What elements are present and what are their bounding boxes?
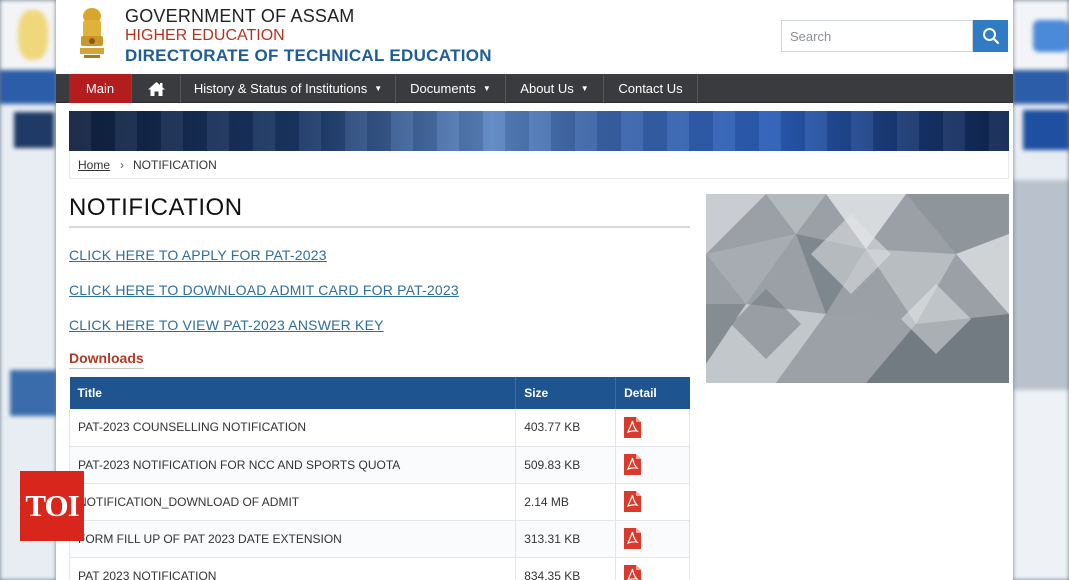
admit-card-link[interactable]: CLICK HERE TO DOWNLOAD ADMIT CARD FOR PA… bbox=[69, 282, 459, 298]
caret-down-icon: ▼ bbox=[482, 84, 491, 93]
state-emblem-icon bbox=[80, 8, 104, 58]
column-header-size: Size bbox=[515, 377, 617, 409]
table-row: PAT 2023 NOTIFICATION 834.35 KB bbox=[68, 557, 690, 580]
answer-key-link[interactable]: CLICK HERE TO VIEW PAT-2023 ANSWER KEY bbox=[69, 317, 384, 333]
row-title: PAT-2023 NOTIFICATION FOR NCC AND SPORTS… bbox=[68, 446, 517, 484]
breadcrumb: Home › NOTIFICATION bbox=[69, 151, 1009, 179]
brand-directorate: DIRECTORATE OF TECHNICAL EDUCATION bbox=[125, 46, 492, 65]
decorative-side-image bbox=[706, 194, 1009, 383]
brand-department: HIGHER EDUCATION bbox=[125, 27, 285, 44]
column-header-title: Title bbox=[69, 377, 517, 409]
table-row: PAT-2023 NOTIFICATION FOR NCC AND SPORTS… bbox=[68, 446, 690, 484]
pdf-icon[interactable] bbox=[624, 565, 642, 580]
row-size: 834.35 KB bbox=[515, 557, 617, 580]
nav-item-label: About Us bbox=[520, 81, 574, 96]
row-title: PAT 2023 NOTIFICATION bbox=[68, 557, 517, 580]
nav-item-label: Documents bbox=[410, 81, 476, 96]
row-title: NOTIFICATION_DOWNLOAD OF ADMIT bbox=[68, 483, 517, 521]
search-icon bbox=[982, 28, 999, 45]
nav-item-label: History & Status of Institutions bbox=[193, 81, 368, 96]
background-blur-right bbox=[1013, 0, 1069, 580]
main-navigation: Main History & Status of Institutions ▼ … bbox=[56, 74, 1013, 103]
nav-item-documents[interactable]: Documents ▼ bbox=[396, 74, 506, 103]
nav-item-about-us[interactable]: About Us ▼ bbox=[506, 74, 604, 103]
page-banner bbox=[69, 111, 1009, 151]
row-detail bbox=[615, 520, 690, 558]
row-size: 2.14 MB bbox=[515, 483, 617, 521]
column-header-detail: Detail bbox=[615, 377, 690, 409]
row-detail bbox=[615, 409, 690, 447]
brand-government: GOVERNMENT OF ASSAM bbox=[125, 6, 355, 26]
row-detail bbox=[615, 483, 690, 521]
row-detail bbox=[615, 557, 690, 580]
pdf-icon[interactable] bbox=[624, 528, 642, 549]
search-box bbox=[781, 20, 973, 52]
downloads-heading: Downloads bbox=[69, 350, 144, 369]
pdf-icon[interactable] bbox=[624, 416, 642, 438]
pdf-icon[interactable] bbox=[624, 491, 642, 512]
web-page: GOVERNMENT OF ASSAM HIGHER EDUCATION DIR… bbox=[56, 0, 1013, 580]
nav-item-history-status[interactable]: History & Status of Institutions ▼ bbox=[181, 74, 396, 103]
table-header-row: Title Size Detail bbox=[69, 377, 690, 409]
chevron-right-icon: › bbox=[120, 157, 125, 172]
pdf-icon[interactable] bbox=[624, 454, 642, 475]
home-icon bbox=[147, 81, 165, 96]
toi-watermark-logo: TOI bbox=[20, 471, 84, 541]
row-title: PAT-2023 COUNSELLING NOTIFICATION bbox=[68, 409, 517, 447]
breadcrumb-home-link[interactable]: Home bbox=[78, 158, 110, 172]
row-size: 509.83 KB bbox=[515, 446, 617, 484]
page-title: NOTIFICATION bbox=[69, 194, 243, 221]
breadcrumb-current: NOTIFICATION bbox=[133, 157, 217, 172]
downloads-table: Title Size Detail PAT-2023 COUNSELLING N… bbox=[68, 377, 690, 580]
caret-down-icon: ▼ bbox=[580, 84, 589, 93]
title-divider bbox=[69, 226, 690, 228]
nav-item-label: Contact Us bbox=[618, 81, 683, 96]
table-row: PAT-2023 COUNSELLING NOTIFICATION 403.77… bbox=[68, 409, 690, 447]
row-size: 313.31 KB bbox=[515, 520, 617, 558]
nav-item-label: Main bbox=[85, 81, 115, 96]
row-size: 403.77 KB bbox=[515, 409, 617, 447]
search-button[interactable] bbox=[973, 20, 1008, 52]
row-title: FORM FILL UP OF PAT 2023 DATE EXTENSION bbox=[68, 520, 517, 558]
nav-item-main[interactable]: Main bbox=[69, 74, 132, 103]
geometric-pattern-image bbox=[706, 194, 1009, 383]
nav-item-contact-us[interactable]: Contact Us bbox=[604, 74, 698, 103]
table-row: FORM FILL UP OF PAT 2023 DATE EXTENSION … bbox=[68, 520, 690, 558]
search-input[interactable] bbox=[782, 21, 972, 51]
apply-pat-link[interactable]: CLICK HERE TO APPLY FOR PAT-2023 bbox=[69, 247, 327, 263]
table-row: NOTIFICATION_DOWNLOAD OF ADMIT 2.14 MB bbox=[68, 483, 690, 521]
nav-item-home[interactable] bbox=[132, 74, 181, 103]
caret-down-icon: ▼ bbox=[374, 84, 383, 93]
row-detail bbox=[615, 446, 690, 484]
site-header: GOVERNMENT OF ASSAM HIGHER EDUCATION DIR… bbox=[56, 0, 1013, 74]
